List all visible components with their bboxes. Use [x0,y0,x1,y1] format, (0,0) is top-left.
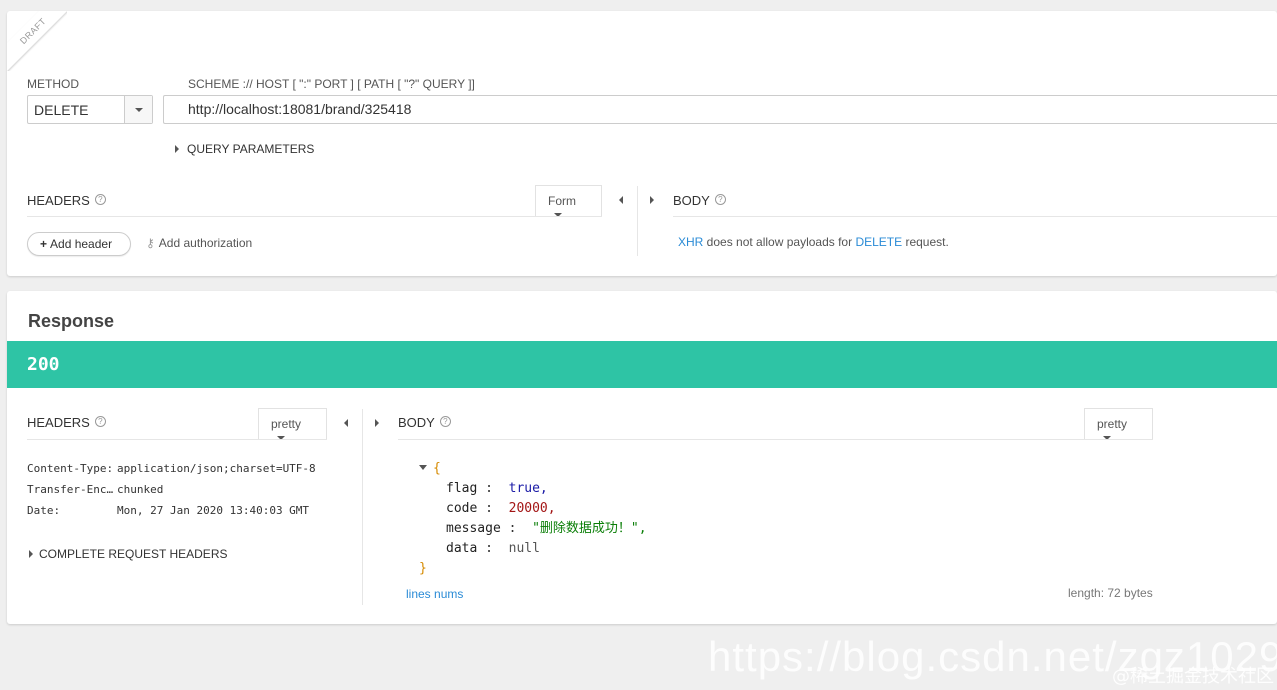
key-icon: ⚷ [146,236,155,250]
response-headers-mode-dropdown[interactable]: pretty [258,408,327,440]
divider [258,439,327,440]
complete-request-headers-label: COMPLETE REQUEST HEADERS [39,547,228,561]
divider [535,216,602,217]
add-header-button[interactable]: + Add header [27,232,131,256]
url-value: http://localhost:18081/brand/325418 [188,101,412,117]
body-note-end: request. [902,235,949,249]
headers-mode-value: pretty [271,417,302,431]
help-icon[interactable]: ? [94,194,106,205]
json-close-brace: } [419,561,427,576]
header-name: Date: [27,504,61,517]
delete-link[interactable]: DELETE [855,235,902,249]
response-body-label: BODY [398,415,435,430]
request-headers-label: HEADERS [27,193,90,208]
json-row: code : 20000, [446,501,556,516]
collapse-json-icon[interactable] [419,465,427,470]
json-row: flag : true, [446,481,548,496]
add-header-label: Add header [50,237,113,251]
method-dropdown-toggle[interactable] [124,96,152,123]
column-divider [362,409,363,605]
collapse-left-icon[interactable] [344,419,348,427]
header-row: Content-Type: application/json;charset=UT… [27,458,316,479]
request-headers-title: HEADERS? [27,193,106,208]
status-code: 200 [27,354,60,375]
headers-mode-value: Form [548,194,576,208]
help-icon[interactable]: ? [714,194,726,205]
header-name: Content-Type: [27,462,114,475]
method-select[interactable]: DELETE [27,95,153,124]
json-row: data : null [446,541,540,556]
divider [27,216,535,217]
expand-right-icon[interactable] [650,196,654,204]
xhr-link[interactable]: XHR [678,235,703,249]
json-value: "删除数据成功！", [532,521,647,536]
json-key: message [446,521,501,536]
chevron-down-icon [135,108,143,112]
headers-mode-dropdown[interactable]: Form [535,185,602,217]
response-length: length: 72 bytes [1068,586,1153,600]
watermark-sub: @稀土掘金技术社区 [1112,666,1274,687]
header-value: chunked [117,483,164,496]
response-body-mode-dropdown[interactable]: pretty [1084,408,1153,440]
divider [27,439,258,440]
json-key: data [446,541,478,556]
expand-right-icon[interactable] [375,419,379,427]
add-authorization-label: Add authorization [158,236,253,250]
status-bar: 200 [7,341,1277,388]
header-value: Mon, 27 Jan 2020 13:40:03 GMT [117,504,310,517]
response-title: Response [28,311,115,331]
divider [398,439,1084,440]
header-row: Transfer-Enc… chunked [27,479,316,500]
column-divider [637,186,638,256]
divider [673,216,1277,217]
method-label: METHOD [27,77,79,91]
json-row: message : "删除数据成功！", [446,521,647,536]
json-close-line: } [419,559,647,579]
collapse-left-icon[interactable] [619,196,623,204]
draft-ribbon-label: DRAFT [7,11,67,71]
header-row: Date: Mon, 27 Jan 2020 13:40:03 GMT [27,500,316,521]
json-viewer: { flag : true, code : 20000, message : "… [419,459,647,579]
json-value: true, [508,481,548,496]
response-headers-title: HEADERS? [27,415,106,430]
json-open-brace: { [433,461,441,476]
request-body-title: BODY? [673,193,726,208]
response-headers-list: Content-Type: application/json;charset=UT… [27,458,316,521]
draft-ribbon: DRAFT [7,11,67,71]
url-input[interactable]: http://localhost:18081/brand/325418 [163,95,1277,124]
url-label: SCHEME :// HOST [ ":" PORT ] [ PATH [ "?… [188,77,475,91]
response-headers-label: HEADERS [27,415,90,430]
header-name: Transfer-Enc… [27,483,114,496]
help-icon[interactable]: ? [94,416,106,427]
divider [1084,439,1153,440]
complete-request-headers-toggle[interactable]: COMPLETE REQUEST HEADERS [29,547,227,561]
query-parameters-toggle[interactable]: QUERY PARAMETERS [175,142,314,156]
query-parameters-label: QUERY PARAMETERS [187,142,315,156]
method-value: DELETE [34,102,89,118]
lines-nums-link[interactable]: lines nums [406,587,463,601]
json-key: flag [446,481,478,496]
response-body-title: BODY? [398,415,451,430]
body-note: XHR does not allow payloads for DELETE r… [678,235,949,249]
request-panel: DRAFT METHOD SCHEME :// HOST [ ":" PORT … [7,11,1277,276]
json-value: null [508,541,540,556]
expand-arrow-icon [29,550,33,558]
header-value: application/json;charset=UTF-8 [117,462,316,475]
add-authorization-link[interactable]: ⚷ Add authorization [146,236,252,250]
json-value: 20000, [508,501,556,516]
json-key: code [446,501,478,516]
expand-arrow-icon [175,145,179,153]
plus-icon: + [40,237,48,251]
help-icon[interactable]: ? [439,416,451,427]
json-open-line: { [419,459,647,479]
response-panel: Response 200 HEADERS? pretty Content-Typ… [7,291,1277,624]
body-mode-value: pretty [1097,417,1128,431]
request-body-label: BODY [673,193,710,208]
body-note-text: does not allow payloads for [703,235,856,249]
